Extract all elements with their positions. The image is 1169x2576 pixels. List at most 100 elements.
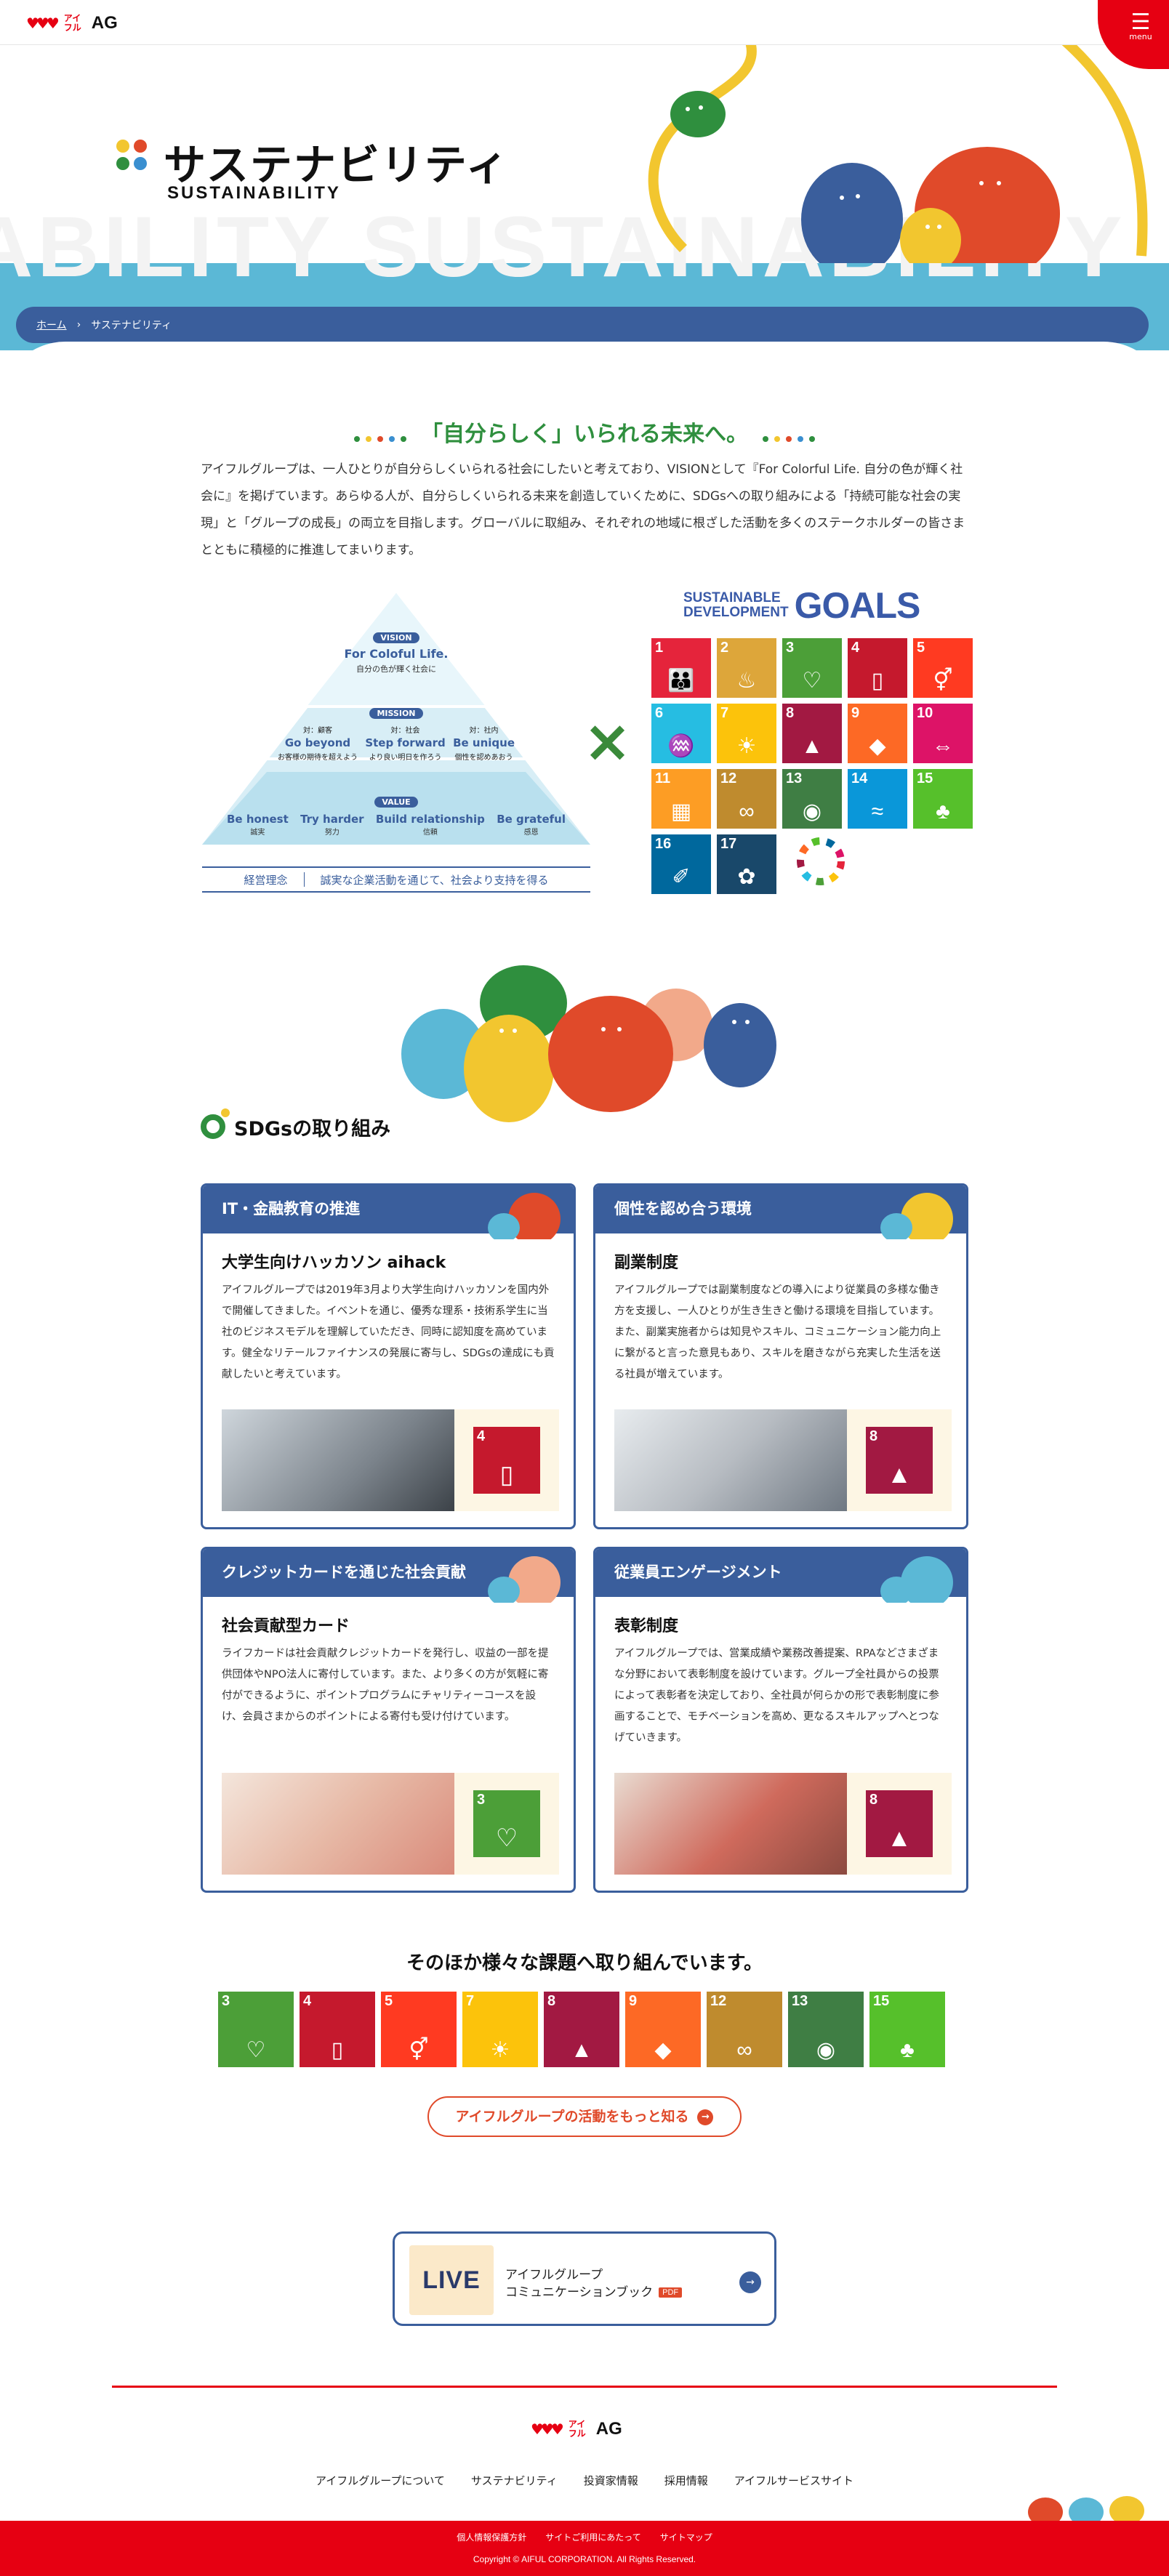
gender-icon: ⚥ bbox=[409, 2038, 429, 2062]
card-photo bbox=[614, 1409, 847, 1511]
card-photo bbox=[614, 1773, 847, 1875]
sdg-goal-2[interactable]: 2 ♨ bbox=[717, 638, 776, 698]
sdg-goal-7[interactable]: 7 ☀ bbox=[462, 1992, 538, 2067]
mission-label: 対：社内 bbox=[469, 727, 499, 735]
mission-jp: 個性を認めあおう bbox=[454, 754, 513, 762]
sdg-goal-4: 4 ▯ bbox=[473, 1427, 540, 1494]
value-en: Be grateful bbox=[497, 813, 566, 826]
sdg-goal-13[interactable]: 13 ◉ bbox=[788, 1992, 864, 2067]
infinity-icon: ∞ bbox=[736, 2038, 752, 2062]
mission-en: Go beyond bbox=[284, 736, 351, 749]
card-goal-box: 4 ▯ bbox=[454, 1409, 559, 1511]
sdg-goal-12[interactable]: 12 ∞ bbox=[717, 769, 776, 829]
sdg-goal-number: 15 bbox=[873, 1993, 890, 2009]
sdg-goal-5[interactable]: 5 ⚥ bbox=[913, 638, 973, 698]
book-title-line1: アイフルグループ bbox=[505, 2268, 603, 2282]
other-goals-row: 3 ♡ 4 ▯ 5 ⚥ 7 ☀ 8 ▲ 9 ◆ 12 ∞ 13 ◉ 15 ♣ bbox=[218, 1992, 952, 2067]
copyright: Copyright © AIFUL CORPORATION. All Right… bbox=[473, 2554, 696, 2564]
cubes-icon: ◆ bbox=[654, 2038, 672, 2062]
sdg-goal-8[interactable]: 8 ▲ bbox=[544, 1992, 619, 2067]
sdg-goal-4[interactable]: 4 ▯ bbox=[300, 1992, 375, 2067]
footer-legal-link[interactable]: サイトご利用にあたって bbox=[545, 2531, 640, 2543]
footer-legal-link[interactable]: サイトマップ bbox=[660, 2531, 712, 2543]
sdg-goal-6[interactable]: 6 ♒ bbox=[651, 704, 711, 763]
water-icon: ♒ bbox=[667, 734, 695, 758]
sdg-goal-7[interactable]: 7 ☀ bbox=[717, 704, 776, 763]
card-subtitle: 副業制度 bbox=[614, 1254, 679, 1272]
card-mascot-illustration bbox=[488, 1193, 561, 1239]
sdg-goal-8[interactable]: 8 ▲ bbox=[782, 704, 842, 763]
card-goal-box: 3 ♡ bbox=[454, 1773, 559, 1875]
sdg-goal-12[interactable]: 12 ∞ bbox=[707, 1992, 782, 2067]
card-mascot-illustration bbox=[880, 1193, 953, 1239]
sdg-goal-11[interactable]: 11 ▦ bbox=[651, 769, 711, 829]
mascot-group-illustration bbox=[401, 965, 776, 1122]
intro-paragraph: アイフルグループは、一人ひとりが自分らしくいられる社会にしたいと考えており、VI… bbox=[201, 462, 965, 558]
mission-item: 対：社内 Be unique 個性を認めあおう bbox=[453, 724, 515, 762]
fish-icon: ≈ bbox=[871, 800, 884, 824]
other-issues-title: そのほか様々な課題へ取り組んでいます。 bbox=[406, 1952, 763, 1974]
hero-mascots-illustration bbox=[648, 45, 1148, 263]
logo-ag: AG bbox=[91, 13, 118, 33]
logo-hearts-icon: ♥♥♥ bbox=[26, 15, 60, 32]
footer-nav-link[interactable]: サステナビリティ bbox=[471, 2473, 558, 2488]
value-jp: 誠実 bbox=[250, 829, 265, 837]
sdg-goal-icon: ▲ bbox=[887, 1461, 912, 1489]
sdgs-section-title: SDGsの取り組み bbox=[201, 1108, 390, 1141]
more-activities-button[interactable]: アイフルグループの活動をもっと知る → bbox=[427, 2096, 742, 2137]
hero: ABILITY SUSTAINABILITY サステナビリティ SUSTAINA… bbox=[0, 45, 1169, 350]
footer-legal-link[interactable]: 個人情報保護方針 bbox=[457, 2531, 526, 2543]
breadcrumb-current: サステナビリティ bbox=[91, 320, 172, 331]
sdg-goal-3: 3 ♡ bbox=[473, 1790, 540, 1857]
sdg-goal-15[interactable]: 15 ♣ bbox=[913, 769, 973, 829]
sdg-goal-15[interactable]: 15 ♣ bbox=[869, 1992, 945, 2067]
sdg-goal-3[interactable]: 3 ♡ bbox=[782, 638, 842, 698]
sdg-goal-3[interactable]: 3 ♡ bbox=[218, 1992, 294, 2067]
communication-book-link[interactable]: LIVE アイフルグループ コミュニケーションブック PDF → bbox=[393, 2231, 776, 2326]
sdg-goal-10[interactable]: 10 ⇔ bbox=[913, 704, 973, 763]
sdgs-goals-grid: SUSTAINABLE DEVELOPMENT GOALS 1 👪 2 ♨ 3 ♡ 4 ▯ 5 ⚥… bbox=[647, 585, 973, 894]
philosophy-text: 誠実な企業活動を通じて、社会より支持を得る bbox=[320, 873, 549, 887]
footer-nav-link[interactable]: 投資家情報 bbox=[584, 2473, 638, 2488]
sdg-goal-number: 3 bbox=[786, 640, 795, 656]
mission-item: 対：顧客 Go beyond お客様の期待を超えよう bbox=[278, 724, 358, 762]
sdg-goal-8: 8 ▲ bbox=[866, 1427, 933, 1494]
sdg-goal-13[interactable]: 13 ◉ bbox=[782, 769, 842, 829]
site-logo[interactable]: ♥♥♥ アイフル AG bbox=[26, 9, 118, 38]
vision-en: For Coloful Life. bbox=[344, 647, 449, 661]
tree-icon: ♣ bbox=[900, 2038, 915, 2062]
footer-nav-link[interactable]: アイフルサービスサイト bbox=[734, 2473, 853, 2488]
sdg-goal-number: 13 bbox=[792, 1993, 808, 2009]
sdg-goal-number: 7 bbox=[720, 705, 729, 721]
sdg-goal-icon: ▯ bbox=[499, 1461, 514, 1489]
sdg-goal-4[interactable]: 4 ▯ bbox=[848, 638, 907, 698]
breadcrumb-home-link[interactable]: ホーム bbox=[36, 318, 67, 332]
sdg-goal-number: 8 bbox=[869, 1428, 878, 1444]
sdg-goal-1[interactable]: 1 👪 bbox=[651, 638, 711, 698]
sdg-goal-9[interactable]: 9 ◆ bbox=[625, 1992, 701, 2067]
sdg-goal-16[interactable]: 16 ✐ bbox=[651, 834, 711, 894]
breadcrumb: ホーム › サステナビリティ bbox=[16, 307, 1149, 343]
mission-label: 対：顧客 bbox=[303, 727, 332, 735]
sdg-goal-number: 4 bbox=[303, 1993, 312, 2009]
sdg-goal-14[interactable]: 14 ≈ bbox=[848, 769, 907, 829]
bowl-icon: ♨ bbox=[736, 669, 757, 693]
dots-left-icon bbox=[351, 422, 409, 448]
sdg-goal-number: 15 bbox=[917, 770, 933, 786]
footer-logo[interactable]: ♥♥♥ アイフル AG bbox=[531, 2415, 622, 2444]
sdg-goal-number: 12 bbox=[710, 1993, 727, 2009]
footer-nav-link[interactable]: 採用情報 bbox=[664, 2473, 708, 2488]
sdg-goal-number: 8 bbox=[786, 705, 795, 721]
value-list: Be honest 誠実 Try harder 努力 Build relationshi… bbox=[227, 813, 566, 837]
sdg-goal-5[interactable]: 5 ⚥ bbox=[381, 1992, 457, 2067]
footer-nav-link[interactable]: アイフルグループについて bbox=[316, 2473, 445, 2488]
sdg-goal-17[interactable]: 17 ✿ bbox=[717, 834, 776, 894]
footer-nav: アイフルグループについて サステナビリティ 投資家情報 採用情報 アイフルサービスサイト bbox=[0, 2473, 1169, 2488]
pdf-badge: PDF bbox=[659, 2287, 683, 2298]
heartbeat-icon: ♡ bbox=[802, 669, 822, 693]
card-goal-box: 8 ▲ bbox=[847, 1773, 952, 1875]
equal-icon: ⇔ bbox=[932, 734, 954, 758]
eye-icon: ◉ bbox=[802, 800, 822, 824]
sdg-goal-9[interactable]: 9 ◆ bbox=[848, 704, 907, 763]
content-top-curve bbox=[0, 342, 1169, 350]
